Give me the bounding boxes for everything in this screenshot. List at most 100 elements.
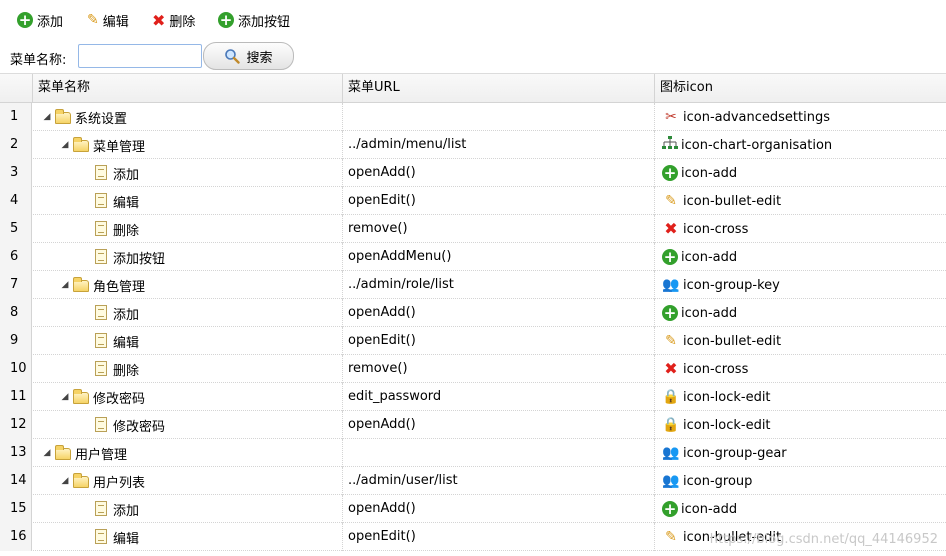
add-menu-button[interactable]: + 添加按钮 bbox=[218, 8, 290, 32]
cell-menu-name[interactable]: 添加 bbox=[33, 299, 343, 327]
header-icon[interactable]: 图标icon bbox=[655, 74, 946, 102]
cell-menu-name[interactable]: 添加 bbox=[33, 159, 343, 187]
header-menu-name[interactable]: 菜单名称 bbox=[33, 74, 343, 102]
folder-icon bbox=[73, 277, 91, 293]
cell-menu-url[interactable]: ../admin/user/list bbox=[343, 467, 655, 495]
table-row[interactable]: 8 添加 openAdd() + icon-add bbox=[0, 299, 946, 327]
table-row[interactable]: 15 添加 openAdd() + icon-add bbox=[0, 495, 946, 523]
cell-icon[interactable]: + icon-add bbox=[655, 299, 946, 327]
expand-arrow-icon[interactable]: ◢ bbox=[39, 448, 55, 458]
cell-menu-name[interactable]: ◢ 用户列表 bbox=[33, 467, 343, 495]
cell-icon[interactable]: ✂ icon-advancedsettings bbox=[655, 103, 946, 131]
cell-menu-url[interactable]: ../admin/menu/list bbox=[343, 131, 655, 159]
search-button[interactable]: 搜索 bbox=[203, 42, 294, 70]
cell-menu-url[interactable]: ../admin/role/list bbox=[343, 271, 655, 299]
lock-edit-icon: 🔒 bbox=[662, 417, 680, 433]
add-icon: + bbox=[218, 11, 234, 29]
add-button-label: 添加 bbox=[37, 14, 64, 30]
cell-icon[interactable]: + icon-add bbox=[655, 159, 946, 187]
cell-menu-name[interactable]: 编辑 bbox=[33, 187, 343, 215]
header-menu-url[interactable]: 菜单URL bbox=[343, 74, 655, 102]
icon-class-text: icon-cross bbox=[683, 221, 749, 237]
table-row[interactable]: 12 修改密码 openAdd() 🔒 icon-lock-edit bbox=[0, 411, 946, 439]
cell-icon[interactable]: 🔒 icon-lock-edit bbox=[655, 411, 946, 439]
cell-menu-name[interactable]: ◢ 角色管理 bbox=[33, 271, 343, 299]
row-number: 3 bbox=[0, 159, 32, 187]
cell-menu-url[interactable]: openEdit() bbox=[343, 187, 655, 215]
table-row[interactable]: 9 编辑 openEdit() ✎ icon-bullet-edit bbox=[0, 327, 946, 355]
icon-class-text: icon-add bbox=[681, 501, 738, 517]
cell-menu-url[interactable]: openAdd() bbox=[343, 411, 655, 439]
cell-menu-name[interactable]: ◢ 菜单管理 bbox=[33, 131, 343, 159]
table-row[interactable]: 5 删除 remove() ✖ icon-cross bbox=[0, 215, 946, 243]
delete-button[interactable]: ✖ 删除 bbox=[152, 8, 195, 32]
add-icon: + bbox=[662, 499, 678, 518]
cell-menu-url[interactable]: openEdit() bbox=[343, 327, 655, 355]
cell-icon[interactable]: 🔒 icon-lock-edit bbox=[655, 383, 946, 411]
cell-icon[interactable]: ✖ icon-cross bbox=[655, 215, 946, 243]
cell-icon[interactable]: ✎ icon-bullet-edit bbox=[655, 327, 946, 355]
cell-menu-name[interactable]: ◢ 用户管理 bbox=[33, 439, 343, 467]
table-row[interactable]: 3 添加 openAdd() + icon-add bbox=[0, 159, 946, 187]
edit-button[interactable]: ✎ 编辑 bbox=[87, 8, 129, 32]
cell-menu-name[interactable]: ◢ 修改密码 bbox=[33, 383, 343, 411]
cell-menu-name[interactable]: 编辑 bbox=[33, 327, 343, 355]
pencil-icon: ✎ bbox=[665, 529, 677, 545]
expand-arrow-icon[interactable]: ◢ bbox=[57, 140, 73, 150]
expand-arrow-icon[interactable]: ◢ bbox=[39, 112, 55, 122]
cell-icon[interactable]: 👥 icon-group bbox=[655, 467, 946, 495]
cell-menu-url[interactable]: openEdit() bbox=[343, 523, 655, 551]
icon-class-text: icon-advancedsettings bbox=[683, 109, 830, 125]
cell-menu-url[interactable]: openAddMenu() bbox=[343, 243, 655, 271]
cell-menu-name[interactable]: 删除 bbox=[33, 355, 343, 383]
cell-menu-url[interactable]: openAdd() bbox=[343, 495, 655, 523]
table-row[interactable]: 1 ◢ 系统设置 ✂ icon-advancedsettings bbox=[0, 103, 946, 131]
cell-menu-url[interactable]: openAdd() bbox=[343, 159, 655, 187]
menu-name-text: 修改密码 bbox=[93, 391, 146, 407]
cell-icon[interactable]: + icon-add bbox=[655, 243, 946, 271]
cell-menu-name[interactable]: 删除 bbox=[33, 215, 343, 243]
add-icon: + bbox=[662, 303, 678, 322]
cell-icon[interactable]: + icon-add bbox=[655, 495, 946, 523]
cell-menu-name[interactable]: ◢ 系统设置 bbox=[33, 103, 343, 131]
icon-class-text: icon-cross bbox=[683, 361, 749, 377]
cell-icon[interactable]: ✎ icon-bullet-edit bbox=[655, 187, 946, 215]
table-row[interactable]: 10 删除 remove() ✖ icon-cross bbox=[0, 355, 946, 383]
expand-arrow-icon[interactable]: ◢ bbox=[57, 280, 73, 290]
cell-menu-name[interactable]: 添加 bbox=[33, 495, 343, 523]
cell-menu-name[interactable]: 修改密码 bbox=[33, 411, 343, 439]
menu-treegrid: 菜单名称 菜单URL 图标icon 1 ◢ 系统设置 ✂ icon-advancedse… bbox=[0, 73, 946, 556]
table-row[interactable]: 14 ◢ 用户列表 ../admin/user/list 👥 icon-group bbox=[0, 467, 946, 495]
cell-icon[interactable]: 👥 icon-group-key bbox=[655, 271, 946, 299]
folder-icon bbox=[73, 389, 91, 405]
delete-button-label: 删除 bbox=[169, 14, 196, 30]
search-input[interactable] bbox=[78, 44, 202, 68]
menu-name-text: 删除 bbox=[113, 223, 140, 239]
cell-icon[interactable]: ✖ icon-cross bbox=[655, 355, 946, 383]
cell-menu-name[interactable]: 编辑 bbox=[33, 523, 343, 551]
cell-icon[interactable]: icon-chart-organisation bbox=[655, 131, 946, 159]
cell-menu-url[interactable] bbox=[343, 439, 655, 467]
expand-arrow-icon[interactable]: ◢ bbox=[57, 392, 73, 402]
folder-icon bbox=[73, 137, 91, 153]
cell-menu-url[interactable]: remove() bbox=[343, 355, 655, 383]
file-icon bbox=[93, 305, 111, 321]
table-row[interactable]: 11 ◢ 修改密码 edit_password 🔒 icon-lock-edit bbox=[0, 383, 946, 411]
row-number: 15 bbox=[0, 495, 32, 523]
expand-arrow-icon[interactable]: ◢ bbox=[57, 476, 73, 486]
add-button[interactable]: + 添加 bbox=[17, 8, 63, 32]
table-row[interactable]: 4 编辑 openEdit() ✎ icon-bullet-edit bbox=[0, 187, 946, 215]
table-row[interactable]: 13 ◢ 用户管理 👥 icon-group-gear bbox=[0, 439, 946, 467]
table-row[interactable]: 7 ◢ 角色管理 ../admin/role/list 👥 icon-group-key bbox=[0, 271, 946, 299]
pencil-icon: ✎ bbox=[87, 12, 99, 28]
table-row[interactable]: 6 添加按钮 openAddMenu() + icon-add bbox=[0, 243, 946, 271]
cell-menu-url[interactable]: openAdd() bbox=[343, 299, 655, 327]
cross-icon: ✖ bbox=[152, 10, 166, 30]
cell-menu-name[interactable]: 添加按钮 bbox=[33, 243, 343, 271]
cell-icon[interactable]: 👥 icon-group-gear bbox=[655, 439, 946, 467]
cell-menu-url[interactable] bbox=[343, 103, 655, 131]
pencil-icon: ✎ bbox=[665, 333, 677, 349]
cell-menu-url[interactable]: edit_password bbox=[343, 383, 655, 411]
cell-menu-url[interactable]: remove() bbox=[343, 215, 655, 243]
table-row[interactable]: 2 ◢ 菜单管理 ../admin/menu/list icon-chart-organ… bbox=[0, 131, 946, 159]
